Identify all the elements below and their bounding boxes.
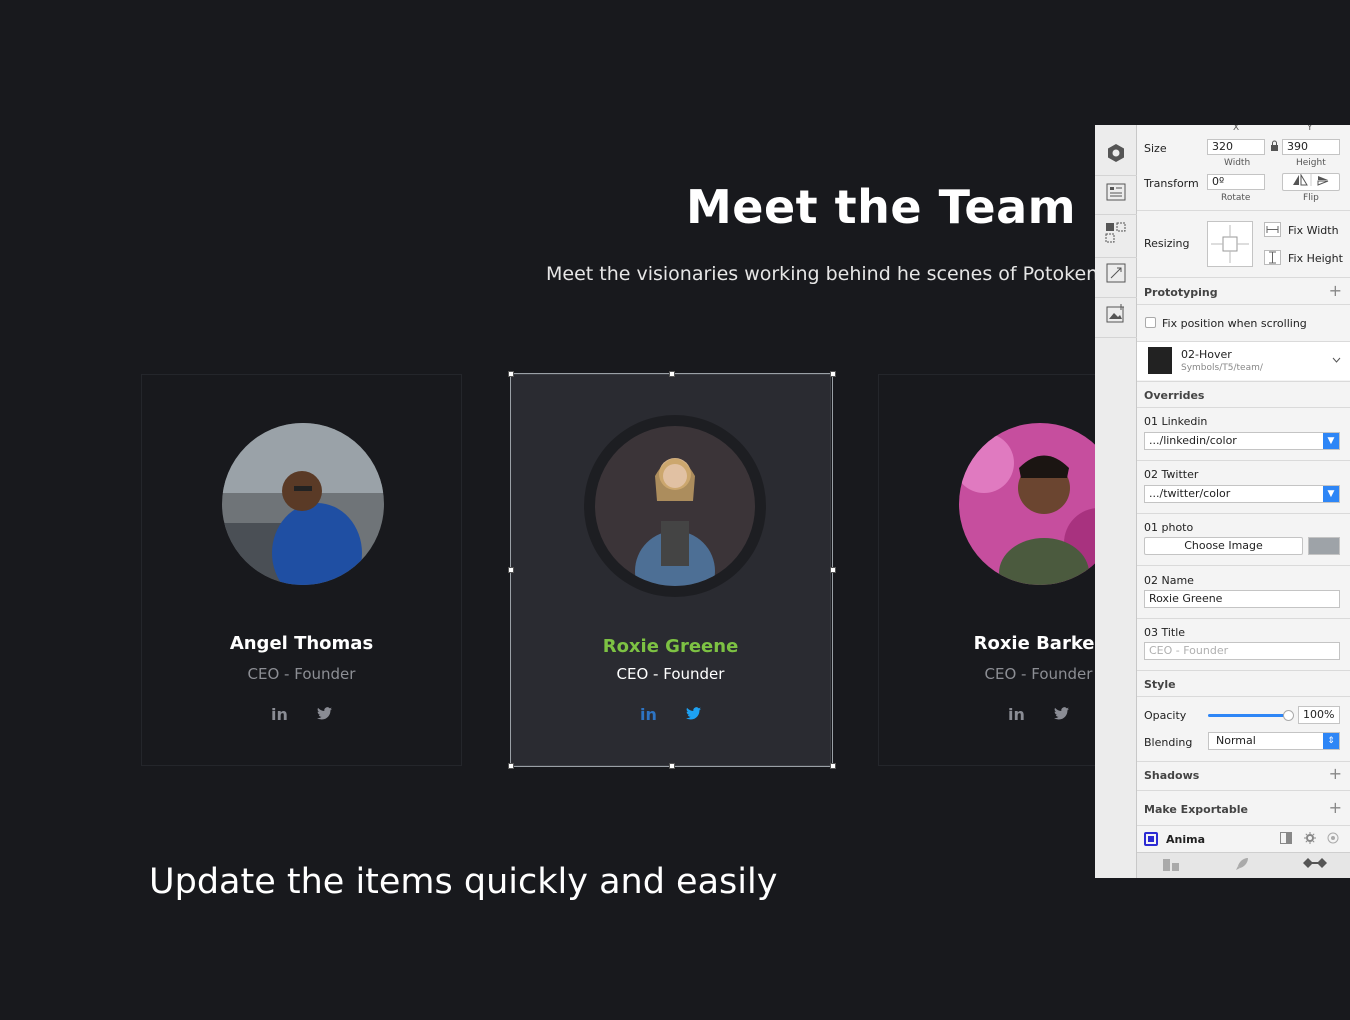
add-shadow-icon[interactable]: + bbox=[1329, 766, 1342, 782]
resize-handle[interactable] bbox=[830, 567, 836, 573]
override-twitter-select[interactable]: .../twitter/color ▼ bbox=[1144, 485, 1340, 503]
fix-height-label[interactable]: Fix Height bbox=[1288, 252, 1343, 265]
linkedin-icon[interactable]: in bbox=[271, 705, 288, 724]
resize-handle[interactable] bbox=[830, 763, 836, 769]
shadows-header: Shadows bbox=[1144, 769, 1200, 782]
overrides-header: Overrides bbox=[1144, 389, 1205, 402]
twitter-icon[interactable] bbox=[685, 705, 701, 724]
override-linkedin-label: 01 Linkedin bbox=[1144, 415, 1208, 428]
section-subline: Meet the visionaries working behind he s… bbox=[546, 263, 1122, 285]
chevron-down-icon: ▼ bbox=[1323, 433, 1339, 449]
width-field[interactable]: 320 bbox=[1207, 139, 1265, 155]
rocket-icon[interactable] bbox=[1235, 857, 1249, 875]
chevron-down-icon: ▼ bbox=[1323, 486, 1339, 502]
blending-select[interactable]: Normal ⇕ bbox=[1208, 732, 1340, 750]
override-photo-label: 01 photo bbox=[1144, 521, 1194, 534]
width-label: Width bbox=[1224, 158, 1251, 168]
resize-handle[interactable] bbox=[669, 371, 675, 377]
fix-height-icon[interactable] bbox=[1264, 250, 1281, 265]
size-label: Size bbox=[1144, 142, 1167, 155]
anima-logo-icon bbox=[1144, 832, 1158, 846]
symbol-selector[interactable]: 02-Hover Symbols/T5/team/ bbox=[1137, 342, 1350, 380]
resize-handle[interactable] bbox=[508, 763, 514, 769]
image-icon[interactable] bbox=[1104, 303, 1128, 327]
override-linkedin-select[interactable]: .../linkedin/color ▼ bbox=[1144, 432, 1340, 450]
linkedin-icon[interactable]: in bbox=[640, 705, 657, 724]
resize-icon[interactable] bbox=[1104, 263, 1128, 287]
blending-label: Blending bbox=[1144, 736, 1193, 749]
resize-handle[interactable] bbox=[508, 567, 514, 573]
symbol-thumbnail bbox=[1148, 347, 1172, 374]
rotate-field[interactable]: 0º bbox=[1207, 174, 1265, 190]
y-label: Y bbox=[1307, 125, 1313, 133]
x-label: X bbox=[1233, 125, 1240, 133]
inspector-toolbar bbox=[1095, 125, 1137, 878]
override-name-label: 02 Name bbox=[1144, 574, 1194, 587]
choose-image-button[interactable]: Choose Image bbox=[1144, 537, 1303, 555]
record-icon[interactable] bbox=[1327, 832, 1339, 847]
section-headline: Meet the Team bbox=[686, 180, 1077, 234]
team-card-2[interactable]: Roxie Greene CEO - Founder in bbox=[510, 374, 831, 766]
inspector-bottom-tabs bbox=[1137, 852, 1350, 878]
resizing-label: Resizing bbox=[1144, 237, 1190, 250]
opacity-label: Opacity bbox=[1144, 709, 1187, 722]
linkedin-icon[interactable]: in bbox=[1008, 705, 1025, 724]
override-title-field[interactable]: CEO - Founder bbox=[1144, 642, 1340, 660]
resize-handle[interactable] bbox=[830, 371, 836, 377]
layout-tab-icon[interactable] bbox=[1163, 857, 1179, 875]
gear-icon[interactable] bbox=[1304, 832, 1316, 847]
twitter-icon[interactable] bbox=[316, 705, 332, 724]
panel-icon[interactable] bbox=[1280, 832, 1292, 847]
lock-icon[interactable] bbox=[1270, 140, 1279, 154]
flip-buttons[interactable] bbox=[1282, 173, 1340, 191]
resize-handle[interactable] bbox=[669, 763, 675, 769]
override-title-label: 03 Title bbox=[1144, 626, 1186, 639]
style-header: Style bbox=[1144, 678, 1176, 691]
chevron-updown-icon: ⇕ bbox=[1323, 733, 1339, 749]
flip-label: Flip bbox=[1303, 193, 1319, 203]
symbol-icon[interactable] bbox=[1104, 143, 1128, 167]
avatar bbox=[595, 426, 755, 586]
symbol-name: 02-Hover bbox=[1181, 348, 1232, 361]
fix-width-label[interactable]: Fix Width bbox=[1288, 224, 1339, 237]
override-twitter-label: 02 Twitter bbox=[1144, 468, 1199, 481]
fix-position-checkbox[interactable] bbox=[1145, 317, 1156, 328]
opacity-slider[interactable] bbox=[1208, 714, 1288, 717]
twitter-icon[interactable] bbox=[1053, 705, 1069, 724]
anima-label: Anima bbox=[1166, 833, 1205, 846]
inspector-panel: X Y Size 320 390 Width Height Transform … bbox=[1137, 125, 1350, 878]
resizing-widget[interactable] bbox=[1207, 221, 1253, 267]
opacity-field[interactable]: 100% bbox=[1298, 706, 1340, 724]
rotate-label: Rotate bbox=[1221, 193, 1251, 203]
align-icon[interactable] bbox=[1104, 222, 1128, 246]
symbol-path: Symbols/T5/team/ bbox=[1181, 363, 1263, 373]
chevron-down-icon[interactable] bbox=[1332, 353, 1341, 366]
avatar bbox=[222, 423, 384, 585]
member-title: CEO - Founder bbox=[616, 665, 725, 683]
add-prototyping-icon[interactable]: + bbox=[1329, 283, 1342, 299]
photo-thumbnail[interactable] bbox=[1308, 537, 1340, 555]
override-name-field[interactable]: Roxie Greene bbox=[1144, 590, 1340, 608]
team-card-1[interactable]: Angel Thomas CEO - Founder in bbox=[141, 374, 462, 766]
resize-handle[interactable] bbox=[508, 371, 514, 377]
height-label: Height bbox=[1296, 158, 1326, 168]
exportable-header: Make Exportable bbox=[1144, 803, 1248, 816]
prototyping-header: Prototyping bbox=[1144, 286, 1218, 299]
add-export-icon[interactable]: + bbox=[1329, 800, 1342, 816]
member-name: Angel Thomas bbox=[229, 633, 374, 654]
transform-label: Transform bbox=[1144, 177, 1199, 190]
height-field[interactable]: 390 bbox=[1282, 139, 1340, 155]
layout-icon[interactable] bbox=[1104, 183, 1128, 207]
bottom-caption: Update the items quickly and easily bbox=[149, 862, 778, 902]
member-title: CEO - Founder bbox=[247, 665, 356, 683]
link-icon[interactable] bbox=[1301, 857, 1329, 873]
fix-width-icon[interactable] bbox=[1264, 222, 1281, 237]
fix-position-label[interactable]: Fix position when scrolling bbox=[1162, 317, 1307, 330]
member-name: Roxie Greene bbox=[602, 636, 739, 657]
opacity-slider-knob[interactable] bbox=[1283, 710, 1294, 721]
